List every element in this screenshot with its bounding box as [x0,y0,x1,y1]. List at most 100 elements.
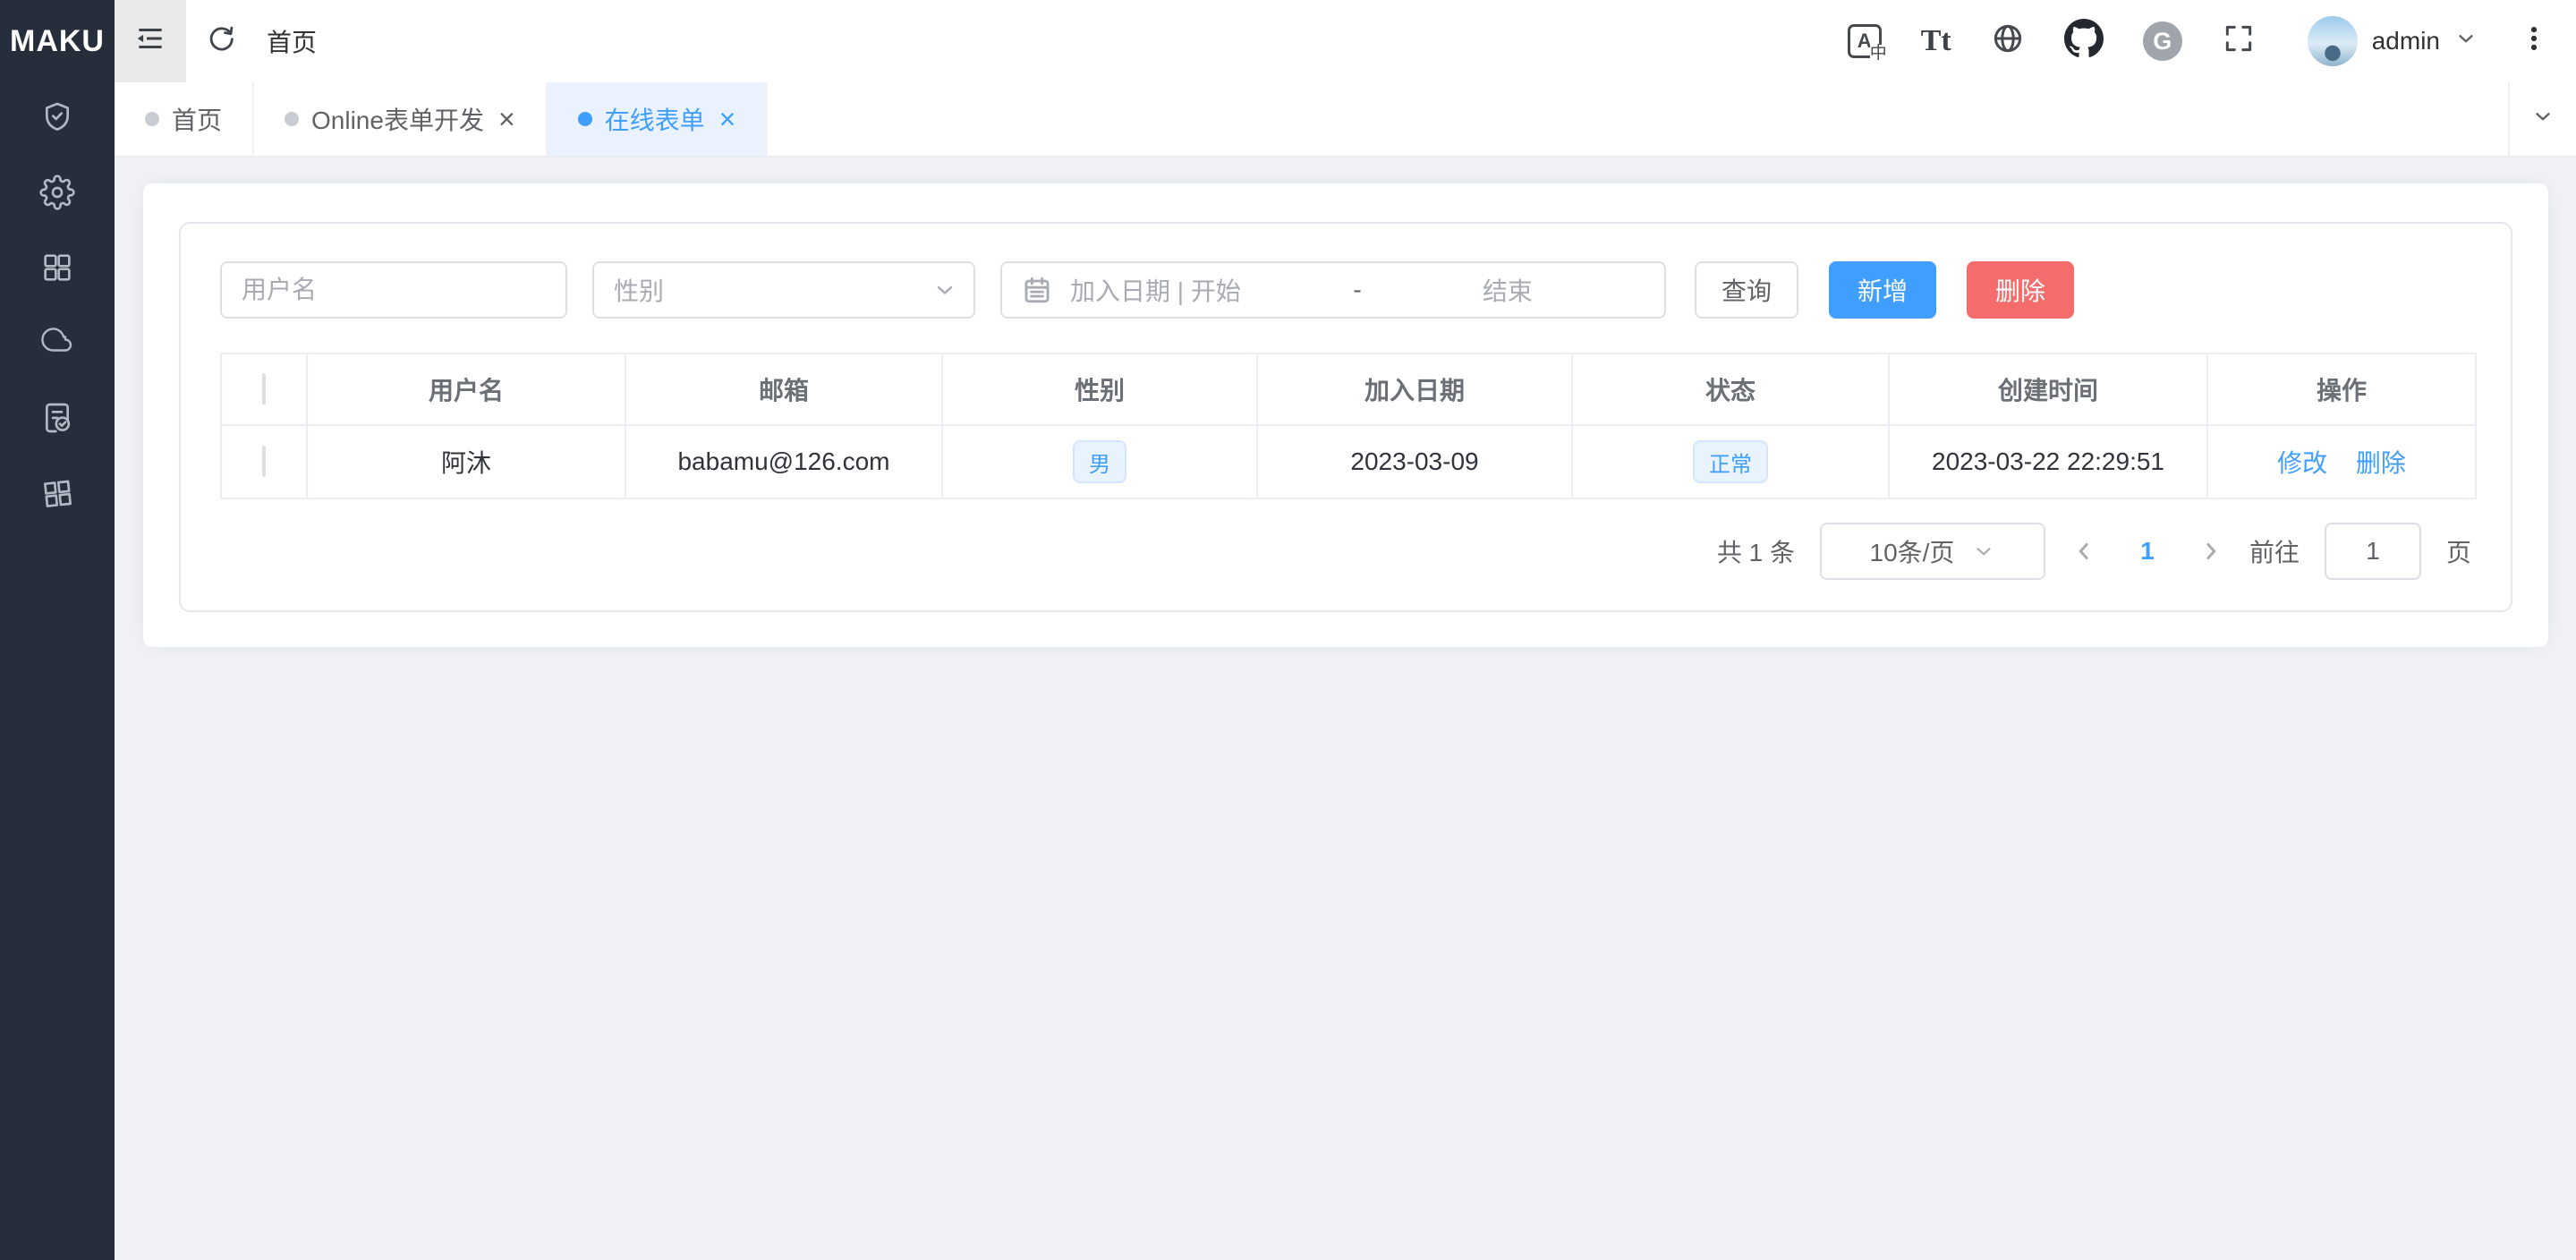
chevron-down-icon [1972,540,1995,563]
app-root: MAKU [0,0,2576,1260]
row-checkbox[interactable] [262,446,266,477]
form-panel: 性别 加入日期 | 开始 - [179,222,2512,612]
translate-icon: A 中 [1848,24,1882,58]
search-toolbar: 性别 加入日期 | 开始 - [220,261,2471,319]
avatar [2308,16,2358,66]
add-button[interactable]: 新增 [1829,261,1936,319]
status-badge: 正常 [1693,440,1768,483]
tab-label: 在线表单 [605,101,705,137]
page-number-button[interactable]: 1 [2122,537,2172,566]
table-row: 阿沐 babamu@126.com 男 2023-03-09 正常 2023-0… [221,425,2476,498]
page-unit-label: 页 [2446,533,2471,569]
more-options-button[interactable] [2519,23,2549,60]
close-icon[interactable]: × [719,105,736,133]
refresh-icon [206,23,236,60]
shield-check-icon [39,99,75,141]
gear-icon [39,175,75,217]
tab-home[interactable]: 首页 [115,82,254,156]
goto-page-input[interactable] [2325,523,2421,580]
total-count-label: 共 1 条 [1717,533,1795,569]
select-placeholder: 性别 [614,272,664,308]
sidebar-item-apps[interactable] [0,233,115,308]
username-filter-input[interactable] [220,261,567,319]
data-table: 用户名 邮箱 性别 加入日期 状态 创建时间 操作 [220,353,2477,499]
tab-online-form-dev[interactable]: Online表单开发 × [254,82,548,156]
calendar-icon [1022,275,1052,305]
tab-online-form[interactable]: 在线表单 × [548,82,769,156]
gender-tag: 男 [1073,440,1126,483]
prev-page-button[interactable] [2070,538,2097,565]
username-label: admin [2372,27,2440,55]
fullscreen-icon [2222,21,2256,62]
font-size-icon: Tt [1921,24,1951,58]
delete-link[interactable]: 删除 [2356,449,2406,477]
kebab-icon [2519,31,2549,59]
globe-button[interactable] [1991,21,2025,62]
sidebar-item-form[interactable] [0,383,115,458]
col-status: 状态 [1572,353,1889,425]
topbar-actions: A 中 Tt G [1848,16,2576,66]
cell-join-date: 2023-03-09 [1257,425,1572,498]
chevron-down-icon [2454,27,2478,56]
translate-button[interactable]: A 中 [1848,24,1882,58]
join-date-range-picker[interactable]: 加入日期 | 开始 - 结束 [1000,261,1666,319]
cell-username: 阿沐 [307,425,625,498]
document-check-icon [39,400,75,442]
user-menu[interactable]: admin [2308,16,2478,66]
tab-dot [145,112,159,126]
next-page-button[interactable] [2198,538,2224,565]
col-username: 用户名 [307,353,625,425]
date-range-separator: - [1344,276,1370,304]
gender-filter-select[interactable]: 性别 [592,261,975,319]
sidebar-item-settings[interactable] [0,158,115,233]
sidebar-item-auth[interactable] [0,82,115,158]
page-size-value: 10条/页 [1870,533,1955,569]
col-email: 邮箱 [625,353,942,425]
cell-email: babamu@126.com [625,425,942,498]
tabbar: 首页 Online表单开发 × 在线表单 × [115,82,2576,158]
gitee-button[interactable]: G [2143,21,2182,61]
github-icon [2064,19,2104,64]
topbar: 首页 A 中 Tt [115,0,2576,82]
goto-label: 前往 [2249,533,2300,569]
tab-dot [285,112,299,126]
chevron-down-icon [2531,105,2555,134]
date-end-placeholder[interactable]: 结束 [1371,272,1645,308]
col-created-at: 创建时间 [1889,353,2207,425]
font-size-button[interactable]: Tt [1921,24,1951,58]
breadcrumb[interactable]: 首页 [267,23,317,59]
sidebar-item-modules[interactable] [0,458,115,533]
edit-link[interactable]: 修改 [2277,449,2327,477]
tab-dot [578,112,592,126]
tab-label: Online表单开发 [311,101,484,137]
cloud-icon [39,325,75,367]
globe-icon [1991,21,2025,62]
sidebar-item-cloud[interactable] [0,308,115,383]
query-button[interactable]: 查询 [1695,261,1798,319]
content-area: 性别 加入日期 | 开始 - [115,158,2576,1260]
fullscreen-button[interactable] [2222,21,2256,62]
brand-logo[interactable]: MAKU [0,0,115,82]
chevron-left-icon [2070,538,2097,565]
chevron-down-icon [932,277,957,302]
delete-button[interactable]: 删除 [1967,261,2074,319]
pagination: 共 1 条 10条/页 1 前往 [220,523,2471,580]
select-all-checkbox[interactable] [262,373,266,404]
windows-icon [39,475,75,517]
page-size-select[interactable]: 10条/页 [1820,523,2045,580]
collapse-icon [133,21,167,62]
collapse-sidebar-button[interactable] [115,0,186,82]
chevron-right-icon [2198,538,2224,565]
cell-created-at: 2023-03-22 22:29:51 [1889,425,2207,498]
refresh-button[interactable] [206,23,236,60]
sidebar: MAKU [0,0,115,1260]
date-start-placeholder[interactable]: 加入日期 | 开始 [1070,272,1344,308]
tab-label: 首页 [172,101,222,137]
tab-list-dropdown-button[interactable] [2508,82,2576,156]
grid-icon [39,250,75,292]
gitee-icon: G [2143,21,2182,61]
table-header-row: 用户名 邮箱 性别 加入日期 状态 创建时间 操作 [221,353,2476,425]
close-icon[interactable]: × [498,105,515,133]
github-button[interactable] [2064,19,2104,64]
col-gender: 性别 [942,353,1257,425]
